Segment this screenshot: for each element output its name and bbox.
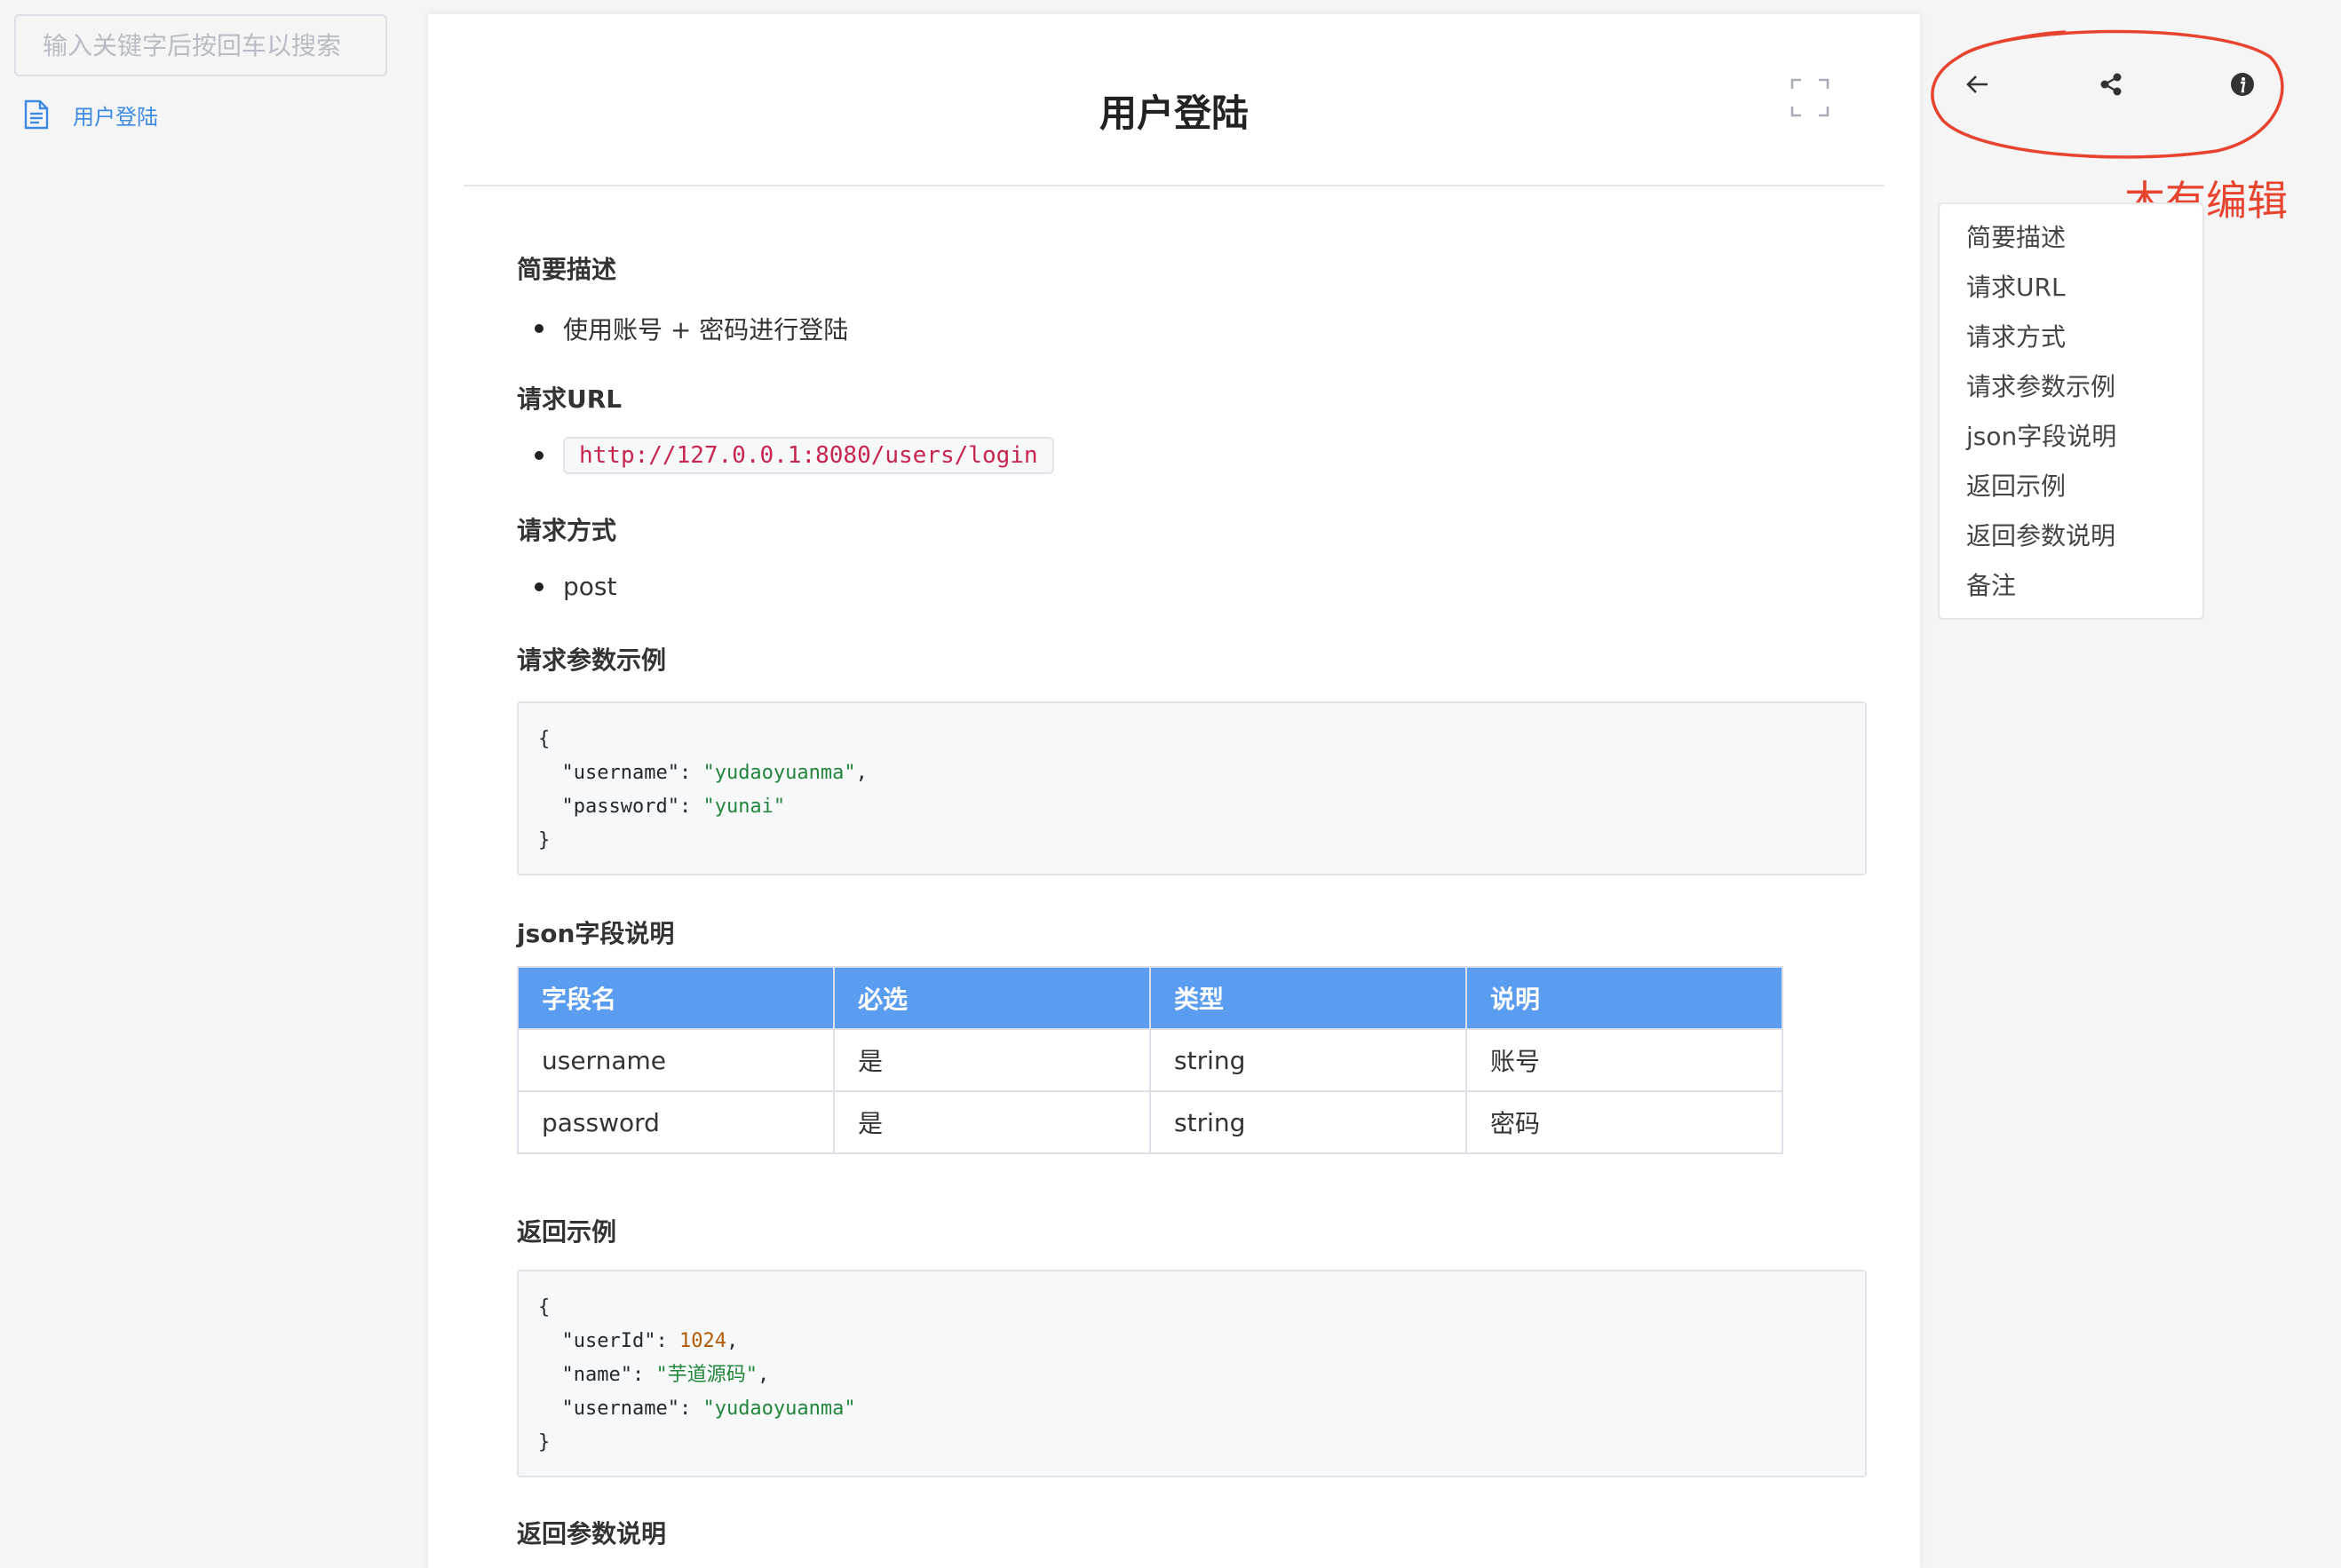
- method-bullet: post: [535, 572, 616, 601]
- code-line: }: [538, 829, 551, 851]
- divider: [464, 185, 1885, 186]
- code-line: {: [538, 1296, 551, 1319]
- section-heading-response-example: 返回示例: [517, 1217, 617, 1247]
- response-example-code: { "userId": 1024, "name": "芋道源码", "usern…: [517, 1270, 1867, 1477]
- url-bullet: http://127.0.0.1:8080/users/login: [535, 437, 1054, 474]
- table-cell: string: [1149, 1028, 1467, 1092]
- bullet-dot: [535, 451, 544, 460]
- table-cell: string: [1149, 1090, 1467, 1154]
- section-heading-response-params: 返回参数说明: [517, 1519, 667, 1548]
- section-heading-request-example: 请求参数示例: [517, 645, 667, 675]
- section-heading-url: 请求URL: [517, 384, 623, 414]
- sidebar-item-label: 用户登陆: [73, 104, 158, 130]
- table-cell: 密码: [1465, 1090, 1783, 1154]
- doc-panel: 用户登陆 简要描述 使用账号 + 密码进行登陆 请求URL http://127…: [428, 14, 1920, 1568]
- code-line: "name": "芋道源码",: [561, 1364, 770, 1386]
- toc-item[interactable]: 返回参数说明: [1940, 511, 2202, 561]
- code-line: "username": "yudaoyuanma",: [561, 762, 868, 784]
- json-fields-table: 字段名 必选 类型 说明 username 是 string 账号 passwo…: [517, 966, 1783, 1154]
- section-heading-json-fields: json字段说明: [517, 919, 675, 948]
- table-cell: 是: [833, 1028, 1151, 1092]
- toc-item[interactable]: 请求URL: [1940, 263, 2202, 313]
- code-line: {: [538, 728, 551, 750]
- sidebar: 用户登陆: [0, 0, 417, 1554]
- toc-item[interactable]: 返回示例: [1940, 462, 2202, 511]
- column-header: 类型: [1149, 966, 1467, 1030]
- table-cell: username: [517, 1028, 835, 1092]
- table-cell: password: [517, 1090, 835, 1154]
- toc-item[interactable]: json字段说明: [1940, 412, 2202, 462]
- method-value: post: [563, 572, 617, 601]
- desc-bullet: 使用账号 + 密码进行登陆: [535, 311, 848, 346]
- table-of-contents: 简要描述 请求URL 请求方式 请求参数示例 json字段说明 返回示例 返回参…: [1938, 202, 2204, 620]
- code-line: "username": "yudaoyuanma": [561, 1398, 856, 1420]
- desc-text: 使用账号 + 密码进行登陆: [563, 315, 849, 344]
- bullet-dot: [535, 324, 544, 333]
- request-url: http://127.0.0.1:8080/users/login: [563, 437, 1054, 474]
- table-row: username 是 string 账号: [517, 1028, 1783, 1092]
- page-title: 用户登陆: [1099, 91, 1249, 135]
- table-row: password 是 string 密码: [517, 1090, 1783, 1154]
- section-heading-method: 请求方式: [517, 516, 617, 545]
- table-cell: 账号: [1465, 1028, 1783, 1092]
- code-line: "userId": 1024,: [561, 1330, 739, 1352]
- request-example-code: { "username": "yudaoyuanma", "password":…: [517, 701, 1867, 875]
- bullet-dot: [535, 582, 544, 591]
- code-line: "password": "yunai": [561, 796, 786, 818]
- annotation-ellipse: [1931, 29, 2284, 159]
- fullscreen-icon[interactable]: [1790, 78, 1829, 117]
- toc-item[interactable]: 简要描述: [1940, 213, 2202, 263]
- table-cell: 是: [833, 1090, 1151, 1154]
- table-header-row: 字段名 必选 类型 说明: [517, 966, 1783, 1030]
- column-header: 字段名: [517, 966, 835, 1030]
- column-header: 说明: [1465, 966, 1783, 1030]
- toc-item[interactable]: 请求方式: [1940, 313, 2202, 362]
- code-line: }: [538, 1431, 551, 1453]
- toc-item[interactable]: 请求参数示例: [1940, 362, 2202, 412]
- search-input[interactable]: [14, 14, 387, 76]
- section-heading-desc: 简要描述: [517, 255, 617, 284]
- column-header: 必选: [833, 966, 1151, 1030]
- toc-item[interactable]: 备注: [1940, 561, 2202, 611]
- sidebar-item-user-login[interactable]: 用户登陆: [23, 94, 158, 135]
- document-icon: [24, 99, 49, 130]
